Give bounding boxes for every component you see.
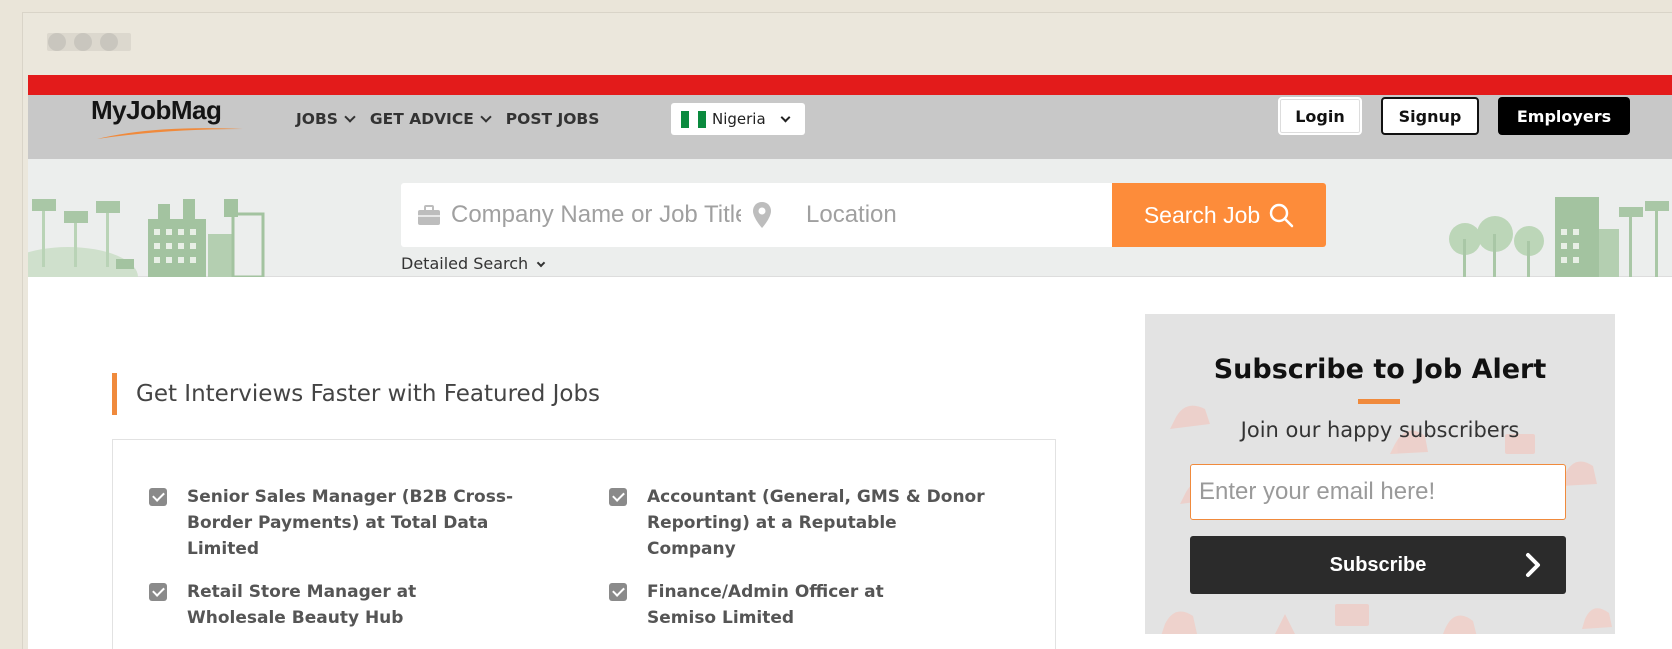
logo-text: MyJobMag bbox=[91, 95, 222, 125]
search-job-label: Search Job bbox=[1143, 201, 1261, 228]
close-window-dot[interactable] bbox=[48, 33, 66, 51]
window-controls bbox=[47, 33, 131, 51]
nav-item-label: POST JOBS bbox=[505, 110, 600, 128]
chevron-down-icon bbox=[536, 258, 546, 267]
job-title-input[interactable] bbox=[451, 198, 741, 232]
location-pin-icon bbox=[753, 202, 771, 228]
maximize-window-dot[interactable] bbox=[100, 33, 118, 51]
site-logo[interactable]: MyJobMag bbox=[91, 95, 251, 145]
subscribe-panel: Subscribe to Job Alert Join our happy su… bbox=[1145, 314, 1615, 634]
checkbox-icon bbox=[609, 583, 627, 601]
city-illustration-right bbox=[1449, 197, 1669, 277]
chevron-down-icon bbox=[780, 112, 791, 122]
chevron-down-icon bbox=[344, 111, 356, 123]
search-job-button[interactable]: Search Job bbox=[1112, 183, 1326, 247]
checkbox-icon bbox=[149, 583, 167, 601]
nav-item-label: JOBS bbox=[296, 110, 338, 128]
email-input[interactable] bbox=[1190, 464, 1566, 520]
title-underline bbox=[1358, 399, 1400, 404]
search-icon bbox=[1269, 203, 1294, 228]
subscribe-button[interactable]: Subscribe bbox=[1190, 536, 1566, 594]
top-red-bar bbox=[28, 75, 1672, 95]
login-button[interactable]: Login bbox=[1278, 97, 1362, 135]
subscribe-title: Subscribe to Job Alert bbox=[1213, 354, 1547, 385]
city-illustration-left bbox=[28, 199, 265, 277]
search-hero: Search Job Detailed Search bbox=[28, 159, 1672, 277]
job-link[interactable]: Finance/Admin Officer at Semiso Limited bbox=[647, 579, 949, 631]
employers-button[interactable]: Employers bbox=[1498, 97, 1630, 135]
detailed-search-toggle[interactable]: Detailed Search bbox=[401, 254, 546, 273]
briefcase-icon bbox=[418, 205, 440, 225]
detailed-search-label: Detailed Search bbox=[401, 254, 529, 273]
featured-job-item[interactable]: Finance/Admin Officer at Semiso Limited bbox=[609, 579, 949, 631]
job-link[interactable]: Accountant (General, GMS & Donor Reporti… bbox=[647, 484, 989, 562]
location-input[interactable] bbox=[806, 198, 1096, 232]
nigeria-flag-icon bbox=[681, 110, 706, 128]
country-selector[interactable]: Nigeria bbox=[671, 103, 805, 135]
featured-job-item[interactable]: Retail Store Manager at Wholesale Beauty… bbox=[149, 579, 519, 631]
minimize-window-dot[interactable] bbox=[74, 33, 92, 51]
logo-swoosh-icon bbox=[97, 128, 243, 139]
nav-menu: JOBS GET ADVICE POST JOBS bbox=[296, 109, 599, 129]
subscribe-subtitle: Join our happy subscribers bbox=[1240, 418, 1520, 442]
web-page: MyJobMag JOBS GET ADVICE POST JOBS Niger… bbox=[28, 75, 1672, 649]
checkbox-icon bbox=[149, 488, 167, 506]
browser-titlebar bbox=[23, 13, 1672, 75]
main-navigation: MyJobMag JOBS GET ADVICE POST JOBS Niger… bbox=[28, 95, 1672, 159]
nav-item-jobs[interactable]: JOBS bbox=[296, 109, 356, 129]
chevron-down-icon bbox=[480, 111, 492, 123]
nav-item-label: GET ADVICE bbox=[369, 110, 474, 128]
chevron-right-icon bbox=[1526, 553, 1540, 577]
nav-item-get-advice[interactable]: GET ADVICE bbox=[369, 109, 492, 129]
signup-button[interactable]: Signup bbox=[1381, 97, 1479, 135]
job-link[interactable]: Retail Store Manager at Wholesale Beauty… bbox=[187, 579, 519, 631]
checkbox-icon bbox=[609, 488, 627, 506]
featured-jobs-list: Senior Sales Manager (B2B Cross-Border P… bbox=[112, 439, 1056, 649]
featured-job-item[interactable]: Accountant (General, GMS & Donor Reporti… bbox=[609, 484, 989, 562]
browser-window: MyJobMag JOBS GET ADVICE POST JOBS Niger… bbox=[22, 12, 1672, 649]
job-search-bar: Search Job bbox=[401, 183, 1326, 247]
job-link[interactable]: Senior Sales Manager (B2B Cross-Border P… bbox=[187, 484, 519, 562]
featured-jobs-heading: Get Interviews Faster with Featured Jobs bbox=[112, 373, 600, 415]
country-label: Nigeria bbox=[712, 110, 766, 128]
subscribe-button-label: Subscribe bbox=[1329, 553, 1427, 576]
featured-job-item[interactable]: Senior Sales Manager (B2B Cross-Border P… bbox=[149, 484, 519, 562]
nav-item-post-jobs[interactable]: POST JOBS bbox=[506, 109, 600, 129]
